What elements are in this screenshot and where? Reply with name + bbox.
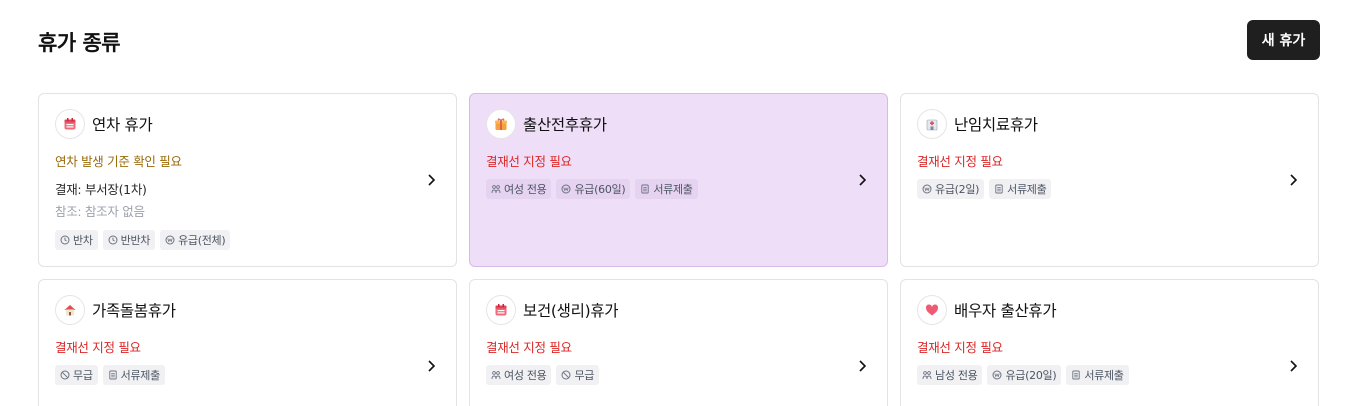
tag: 서류제출: [635, 179, 698, 199]
people-icon: [922, 371, 932, 380]
unpaid-icon: [60, 370, 70, 380]
card-title: 배우자 출산휴가: [954, 302, 1057, 320]
document-icon: [995, 184, 1003, 194]
warning-text: 결재선 지정 필요: [55, 340, 141, 355]
tag: 서류제출: [989, 179, 1052, 199]
leave-card-infertility[interactable]: 난임치료휴가 결재선 지정 필요 유급(2일) 서류제출: [900, 93, 1319, 267]
chevron-right-icon: [1290, 360, 1298, 372]
card-title: 가족돌봄휴가: [92, 302, 176, 320]
document-icon: [108, 370, 117, 380]
leave-card-menstrual[interactable]: 보건(생리)휴가 결재선 지정 필요 여성 전용 무급: [469, 279, 888, 406]
gift-icon: [486, 109, 516, 139]
tag: 유급(60일): [556, 179, 631, 199]
tag-list: 유급(2일) 서류제출: [917, 179, 1052, 199]
clock-icon: [108, 235, 118, 245]
hospital-icon: [917, 109, 947, 139]
people-icon: [491, 185, 501, 194]
tag-label: 여성 전용: [504, 369, 547, 382]
heart-icon: [917, 295, 947, 325]
page-title: 휴가 종류: [38, 31, 121, 55]
warning-text: 결재선 지정 필요: [917, 340, 1003, 355]
chevron-right-icon: [1290, 174, 1298, 186]
tag-label: 유급(60일): [574, 183, 626, 196]
tag: 반차: [55, 230, 98, 250]
tag-list: 여성 전용 무급: [486, 365, 600, 385]
leave-card-family-care[interactable]: 가족돌봄휴가 결재선 지정 필요 무급 서류제출: [38, 279, 457, 406]
calendar-icon: [55, 109, 85, 139]
calendar-icon: [486, 295, 516, 325]
approval-text: 결재: 부서장(1차): [55, 182, 147, 197]
tag-label: 유급(전체): [178, 234, 226, 247]
pay-icon: [922, 184, 932, 194]
leave-card-paternity[interactable]: 배우자 출산휴가 결재선 지정 필요 남성 전용 유급(20일) 서류제출: [900, 279, 1319, 406]
tag: 여성 전용: [486, 365, 552, 385]
warning-text: 결재선 지정 필요: [486, 154, 572, 169]
tag-label: 유급(2일): [935, 183, 980, 196]
tag: 무급: [556, 365, 600, 385]
card-title: 난임치료휴가: [954, 116, 1038, 134]
pay-icon: [992, 370, 1002, 380]
tag: 무급: [55, 365, 98, 385]
tag: 남성 전용: [917, 365, 983, 385]
tag-label: 무급: [73, 369, 93, 382]
tag-label: 반반차: [120, 234, 151, 247]
warning-text: 연차 발생 기준 확인 필요: [55, 154, 182, 169]
chevron-right-icon: [859, 174, 867, 186]
tag: 유급(20일): [987, 365, 1062, 385]
tag-label: 반차: [73, 234, 93, 247]
pay-icon: [165, 235, 175, 245]
tag-label: 유급(20일): [1005, 369, 1057, 382]
tag: 서류제출: [1066, 365, 1129, 385]
tag-label: 무급: [574, 369, 595, 382]
tag: 반반차: [102, 230, 156, 250]
tag: 유급(전체): [160, 230, 231, 250]
tag-label: 여성 전용: [504, 183, 547, 196]
document-icon: [641, 184, 649, 194]
card-title: 연차 휴가: [92, 116, 153, 134]
tag: 유급(2일): [917, 179, 985, 199]
leave-card-annual[interactable]: 연차 휴가 연차 발생 기준 확인 필요 결재: 부서장(1차) 참조: 참조자…: [38, 93, 457, 267]
tag-list: 여성 전용 유급(60일) 서류제출: [486, 179, 698, 199]
tag-label: 서류제출: [120, 369, 161, 382]
tag-list: 무급 서류제출: [55, 365, 165, 385]
unpaid-icon: [561, 370, 571, 380]
tag-label: 서류제출: [1007, 183, 1047, 196]
chevron-right-icon: [428, 360, 436, 372]
tag: 여성 전용: [486, 179, 552, 199]
reference-text: 참조: 참조자 없음: [55, 204, 145, 219]
tag-label: 서류제출: [653, 183, 693, 196]
new-leave-button[interactable]: 새 휴가: [1247, 20, 1320, 60]
tag-list: 남성 전용 유급(20일) 서류제출: [917, 365, 1129, 385]
tag-label: 서류제출: [1084, 369, 1124, 382]
chevron-right-icon: [859, 360, 867, 372]
document-icon: [1072, 370, 1080, 380]
leave-card-maternity[interactable]: 출산전후휴가 결재선 지정 필요 여성 전용 유급(60일) 서류제출: [469, 93, 888, 267]
warning-text: 결재선 지정 필요: [917, 154, 1003, 169]
people-icon: [491, 371, 501, 380]
clock-icon: [60, 235, 70, 245]
house-icon: [55, 295, 85, 325]
card-title: 보건(생리)휴가: [523, 302, 619, 320]
card-title: 출산전후휴가: [523, 116, 607, 134]
tag: 서류제출: [102, 365, 165, 385]
pay-icon: [561, 184, 571, 194]
page-header: 휴가 종류 새 휴가: [38, 20, 1320, 60]
tag-label: 남성 전용: [935, 369, 978, 382]
chevron-right-icon: [428, 174, 436, 186]
warning-text: 결재선 지정 필요: [486, 340, 572, 355]
tag-list: 반차 반반차 유급(전체): [55, 230, 231, 250]
